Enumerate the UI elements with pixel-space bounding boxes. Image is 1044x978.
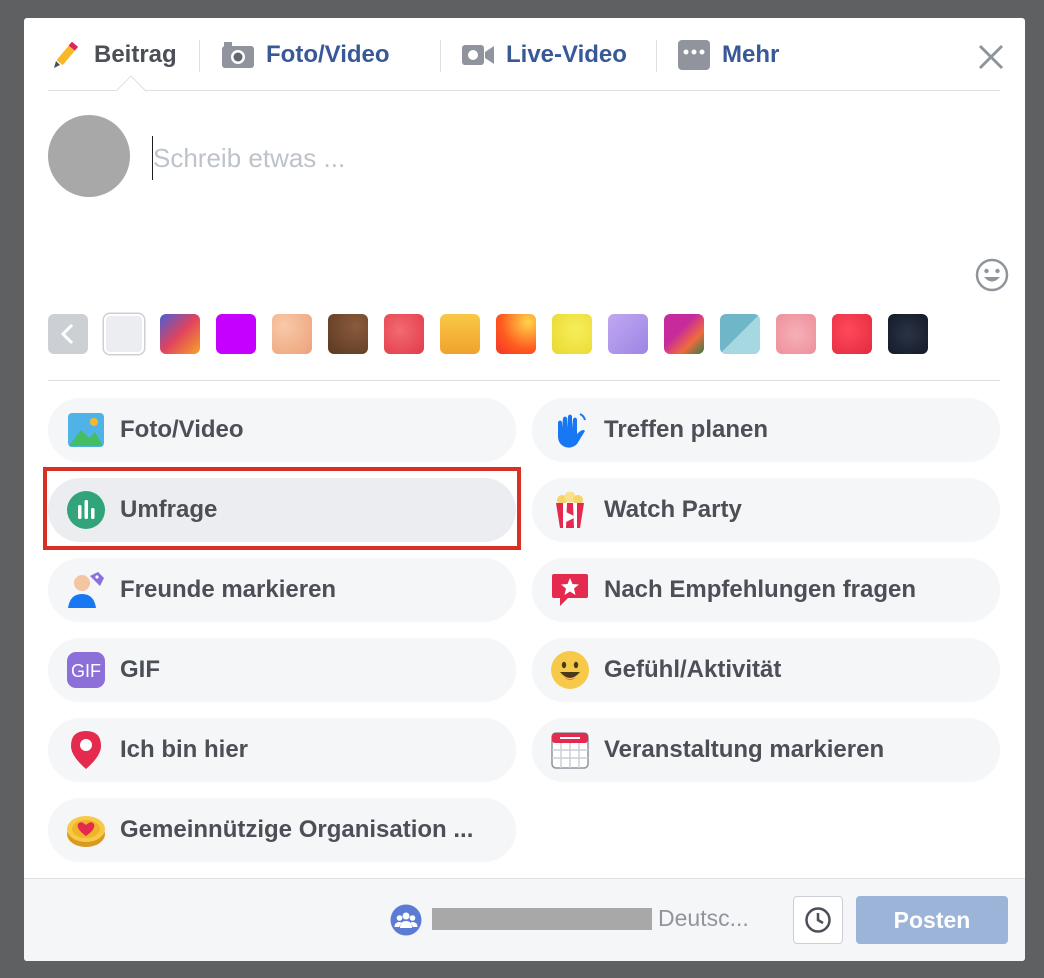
option-foto-video[interactable]: Foto/Video [48, 398, 516, 462]
background-prev-button[interactable] [48, 314, 88, 354]
video-camera-icon [460, 37, 496, 73]
tag-friends-icon [66, 570, 106, 610]
option-empfehlungen[interactable]: Nach Empfehlungen fragen [532, 558, 1000, 622]
background-swatch[interactable] [216, 314, 256, 354]
smiley-icon [550, 650, 590, 690]
background-swatch[interactable] [608, 314, 648, 354]
background-swatch-plain[interactable] [104, 314, 144, 354]
smiley-outline-icon [975, 258, 1009, 292]
pencil-icon [48, 37, 84, 73]
tab-separator [440, 40, 441, 72]
charity-coin-icon [66, 810, 106, 850]
waving-hand-icon [550, 410, 590, 450]
emoji-button[interactable] [975, 258, 1009, 292]
tab-beitrag[interactable]: Beitrag [48, 18, 177, 91]
tab-label: Live-Video [506, 40, 627, 68]
tab-mehr[interactable]: Mehr [676, 18, 779, 91]
background-swatch[interactable] [384, 314, 424, 354]
background-swatch[interactable] [664, 314, 704, 354]
tab-label: Mehr [722, 40, 780, 68]
background-swatch[interactable] [440, 314, 480, 354]
tab-separator [656, 40, 657, 72]
avatar[interactable] [48, 115, 130, 197]
more-icon [676, 37, 712, 73]
background-swatch[interactable] [328, 314, 368, 354]
option-watch-party[interactable]: Watch Party [532, 478, 1000, 542]
option-treffen-planen[interactable]: Treffen planen [532, 398, 1000, 462]
option-gefuehl-aktivitaet[interactable]: Gefühl/Aktivität [532, 638, 1000, 702]
post-composer-dialog: Beitrag Foto/Video Live-Video Mehr Schre… [24, 18, 1025, 961]
background-swatch[interactable] [832, 314, 872, 354]
background-swatch[interactable] [888, 314, 928, 354]
option-veranstaltung-markieren[interactable]: Veranstaltung markieren [532, 718, 1000, 782]
svg-text:GIF: GIF [71, 661, 101, 681]
tab-separator [199, 40, 200, 72]
popcorn-icon [550, 490, 590, 530]
poll-icon [66, 490, 106, 530]
redacted-group-name [432, 908, 652, 930]
schedule-button[interactable] [793, 896, 843, 944]
audience-label[interactable]: Deutsc... [658, 905, 749, 932]
option-gemeinnuetzige-organisation[interactable]: Gemeinnützige Organisation ... [48, 798, 516, 862]
clock-icon [805, 907, 831, 933]
tab-live-video[interactable]: Live-Video [460, 18, 627, 91]
tab-foto-video[interactable]: Foto/Video [220, 18, 390, 91]
background-swatch[interactable] [160, 314, 200, 354]
composer-tabs: Beitrag Foto/Video Live-Video Mehr [48, 18, 1000, 107]
calendar-icon [550, 730, 590, 770]
post-button[interactable]: Posten [856, 896, 1008, 944]
recommendation-icon [550, 570, 590, 610]
chevron-left-icon [60, 323, 74, 345]
background-swatch[interactable] [552, 314, 592, 354]
option-freunde-markieren[interactable]: Freunde markieren [48, 558, 516, 622]
audience-group-icon[interactable] [390, 904, 422, 936]
photo-icon [66, 410, 106, 450]
gif-icon: GIF [66, 650, 106, 690]
option-ich-bin-hier[interactable]: Ich bin hier [48, 718, 516, 782]
background-swatch[interactable] [776, 314, 816, 354]
tab-label: Beitrag [94, 40, 177, 68]
background-swatch[interactable] [720, 314, 760, 354]
divider [48, 380, 1000, 381]
camera-icon [220, 37, 256, 73]
background-swatch[interactable] [496, 314, 536, 354]
post-text-input[interactable] [152, 136, 932, 180]
option-gif[interactable]: GIF GIF [48, 638, 516, 702]
tab-label: Foto/Video [266, 40, 390, 68]
location-pin-icon [66, 730, 106, 770]
close-button[interactable] [974, 40, 1008, 74]
option-umfrage[interactable]: Umfrage [48, 478, 516, 542]
close-icon [978, 44, 1004, 70]
background-swatch[interactable] [272, 314, 312, 354]
